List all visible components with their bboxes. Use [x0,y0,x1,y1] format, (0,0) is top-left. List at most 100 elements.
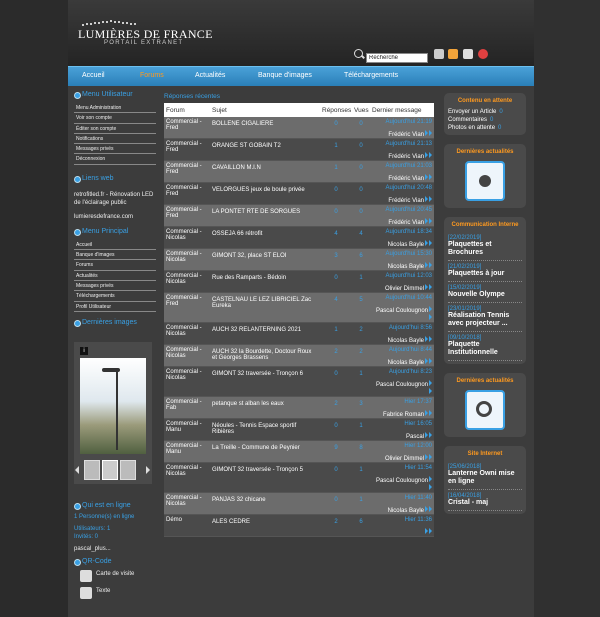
row-user-name[interactable]: Pascal [406,434,424,440]
go-arrow-icon[interactable] [429,306,432,312]
row-subject[interactable]: AUCH 32 la Bourdette, Doctour Roux et Ge… [210,344,320,367]
go-arrow-icon[interactable] [425,432,428,438]
nav-telechargements[interactable]: Téléchargements [344,72,398,79]
menu-user-item[interactable]: Messages privés [74,144,156,155]
table-row[interactable]: Commercial - Nicolas GIMONT 32, place ST … [164,248,434,271]
row-forum[interactable]: Commercial - Fred [164,138,210,161]
row-subject[interactable]: ALES CEDRE [210,514,320,537]
row-user-name[interactable]: Fabrice Roman [383,412,424,418]
row-date[interactable]: Hier 11:40 [372,495,432,501]
row-user-name[interactable]: Pascal Coulougnon [376,382,428,388]
go-arrow-icon[interactable] [429,506,432,512]
row-date[interactable]: Aujourd'hui 10:44 [372,295,432,301]
go-arrow-icon[interactable] [429,262,432,268]
go-arrow-icon[interactable] [425,218,428,224]
table-row[interactable]: Commercial - Nicolas OSSEJA 66 rétrofit 4 4… [164,226,434,249]
nav-actualites[interactable]: Actualités [195,72,225,79]
go-arrow-icon[interactable] [425,130,428,136]
row-user-name[interactable]: Olivier Dimmel [385,456,424,462]
go-arrow-icon[interactable] [425,358,428,364]
row-forum[interactable]: Commercial - Nicolas [164,322,210,345]
table-row[interactable]: Commercial - Nicolas GIMONT 32 traversée … [164,366,434,397]
go-arrow-icon[interactable] [425,174,428,180]
menu-user-item[interactable]: Voir son compte [74,113,156,124]
go-arrow-icon[interactable] [429,336,432,342]
go-arrow-icon[interactable] [429,432,432,438]
table-row[interactable]: Commercial - Nicolas AUCH 32 RELANTERNING… [164,322,434,345]
row-subject[interactable]: La Treille - Commune de Peynier [210,440,320,463]
search-icon[interactable] [354,49,363,58]
gallery-thumb[interactable] [84,459,100,480]
pending-item[interactable]: Photos en attente 0 [448,124,522,132]
row-date[interactable]: Aujourd'hui 12:03 [372,273,432,279]
row-date[interactable]: Aujourd'hui 8:23 [372,369,432,375]
comm-link[interactable]: Plaquettes et Brochures [448,241,522,261]
row-user-name[interactable]: Pascal Coulougnon [376,478,428,484]
row-user-name[interactable]: Nicolas Bayle [388,360,424,366]
table-row[interactable]: Commercial - Manu Néoules - Tennis Espace… [164,418,434,441]
go-arrow-icon[interactable] [429,484,432,490]
go-arrow-icon[interactable] [429,380,432,386]
nav-forums[interactable]: Forums [140,72,164,79]
menu-user-item[interactable]: Menu Administration [74,103,156,114]
comm-link[interactable]: Plaquette Institutionnelle [448,341,522,361]
go-arrow-icon[interactable] [429,130,432,136]
menu-main-item[interactable]: Actualités [74,271,156,281]
row-date[interactable]: Aujourd'hui 21:13 [372,141,432,147]
header-last-message[interactable]: Dernier message [370,103,434,117]
row-user-name[interactable]: Frédéric Vian [388,198,424,204]
row-forum[interactable]: Commercial - Nicolas [164,366,210,397]
home-icon[interactable] [448,49,458,59]
menu-user-item[interactable]: Déconnexion [74,154,156,165]
row-subject[interactable]: Rue des Ramparts - Bédoin [210,270,320,293]
go-arrow-icon[interactable] [425,152,428,158]
row-forum[interactable]: Commercial - Fred [164,160,210,183]
row-forum[interactable]: Commercial - Nicolas [164,248,210,271]
gallery-thumb[interactable] [102,459,118,480]
row-subject[interactable]: Néoules - Tennis Espace sportif Ribières [210,418,320,441]
header-subject[interactable]: Sujet [210,103,320,117]
nav-banque-images[interactable]: Banque d'images [258,72,312,79]
envelope-icon[interactable] [434,49,444,59]
go-arrow-icon[interactable] [429,152,432,158]
row-subject[interactable]: GIMONT 32, place ST ELOI [210,248,320,271]
go-arrow-icon[interactable] [429,454,432,460]
table-row[interactable]: Commercial - Fred ORANGE ST GOBAIN T2 1 0 Au… [164,138,434,161]
row-subject[interactable]: GIMONT 32 traversée - Tronçon 6 [210,366,320,397]
power-icon[interactable] [478,49,488,59]
qr-item[interactable]: Carte de visite [74,569,156,584]
go-arrow-icon[interactable] [425,506,428,512]
go-arrow-icon[interactable] [425,196,428,202]
pending-item[interactable]: Commentaires 0 [448,116,522,124]
row-date[interactable]: Aujourd'hui 20:45 [372,207,432,213]
table-row[interactable]: Commercial - Fred VELORGUES jeux de boule… [164,182,434,205]
row-subject[interactable]: BOLLENE CIGALIERE [210,117,320,139]
table-row[interactable]: Commercial - Manu La Treille - Commune de… [164,440,434,463]
row-forum[interactable]: Commercial - Fab [164,396,210,419]
qr-item[interactable]: Texte [74,586,156,601]
search-input[interactable] [366,53,428,63]
row-date[interactable]: Hier 12:00 [372,443,432,449]
network-icon[interactable] [465,161,505,201]
table-row[interactable]: Commercial - Nicolas GIMONT 32 traversée … [164,462,434,493]
row-user-name[interactable]: Pascal Coulougnon [376,308,428,314]
menu-main-item[interactable]: Profil Utilisateur [74,302,156,312]
go-arrow-icon[interactable] [429,388,432,394]
table-row[interactable]: Commercial - Fred CAVAILLON M.I.N 1 0 Aujour… [164,160,434,183]
globe-search-icon[interactable] [465,390,505,430]
row-user-name[interactable]: Nicolas Bayle [388,264,424,270]
row-date[interactable]: Aujourd'hui 15:30 [372,251,432,257]
go-arrow-icon[interactable] [429,196,432,202]
row-date[interactable]: Aujourd'hui 21:03 [372,163,432,169]
row-subject[interactable]: petanque st alban les eaux [210,396,320,419]
table-row[interactable]: Démo ALES CEDRE 2 6 Hier 11:36 [164,514,434,537]
comm-link[interactable]: Réalisation Tennis avec projecteur ... [448,312,522,332]
row-user-name[interactable]: Nicolas Bayle [388,242,424,248]
go-arrow-icon[interactable] [425,454,428,460]
row-forum[interactable]: Commercial - Manu [164,418,210,441]
go-arrow-icon[interactable] [425,284,428,290]
gallery-next-icon[interactable] [146,465,150,474]
table-row[interactable]: Commercial - Nicolas Rue des Ramparts - B… [164,270,434,293]
row-date[interactable]: Hier 17:37 [372,399,432,405]
row-forum[interactable]: Commercial - Nicolas [164,226,210,249]
